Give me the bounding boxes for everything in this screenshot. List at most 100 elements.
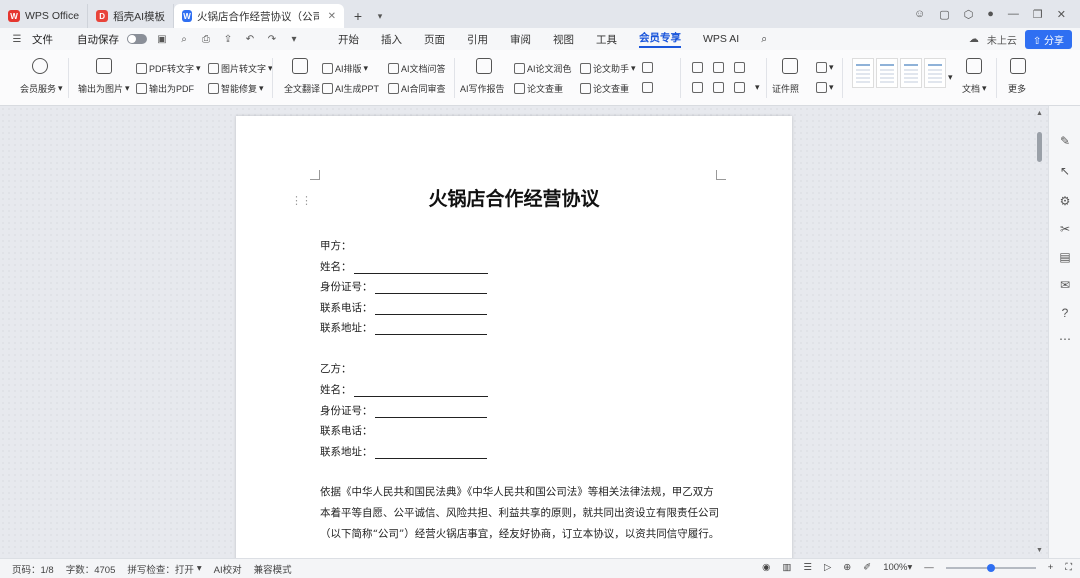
search-icon[interactable]: ⌕ xyxy=(761,33,767,46)
cube-icon[interactable]: ⬡ xyxy=(964,8,974,21)
assistant-icon[interactable]: ☺ xyxy=(914,8,925,20)
menu-wps-ai[interactable]: WPS AI xyxy=(703,33,739,45)
translate-icon[interactable] xyxy=(292,58,308,74)
menu-start[interactable]: 开始 xyxy=(338,32,359,47)
export-icon[interactable]: ⇪ xyxy=(221,32,235,46)
paper-assistant-button[interactable]: 论文助手 ▾ xyxy=(580,62,636,75)
more-button[interactable]: 更多 xyxy=(1008,82,1026,95)
id-photo-button[interactable]: 证件照 xyxy=(772,82,799,95)
ai-report-button[interactable]: AI写作报告 xyxy=(460,82,505,95)
blank-line[interactable] xyxy=(374,448,487,459)
restore-icon[interactable]: ❐ xyxy=(1033,8,1043,21)
scroll-down-icon[interactable]: ▼ xyxy=(1036,547,1043,554)
spell-check[interactable]: 拼写检查：打开 ▾ xyxy=(127,562,201,576)
comment-icon[interactable]: ✉ xyxy=(1058,278,1072,292)
menu-page[interactable]: 页面 xyxy=(424,32,445,47)
tool-f-icon[interactable] xyxy=(692,82,703,93)
web-view-icon[interactable]: ⊕ xyxy=(843,562,851,573)
template-thumbnail[interactable] xyxy=(924,58,946,88)
ai-proofread[interactable]: AI校对 xyxy=(214,562,242,576)
blank-line[interactable] xyxy=(374,407,487,418)
blank-line[interactable] xyxy=(374,324,487,335)
chevron-down-icon[interactable]: ▾ xyxy=(948,72,953,83)
member-service-button[interactable]: 会员服务 ▾ xyxy=(20,82,63,95)
autosave-toggle[interactable] xyxy=(127,34,147,44)
scroll-up-icon[interactable]: ▲ xyxy=(1036,110,1043,117)
blank-line[interactable] xyxy=(374,283,487,294)
tab-wps-office[interactable]: W WPS Office xyxy=(0,4,89,28)
review-icon[interactable]: ▤ xyxy=(1058,250,1072,264)
new-tab-button[interactable]: + xyxy=(344,4,372,28)
zoom-level[interactable]: 100%▾ xyxy=(883,562,912,573)
search-doc-icon[interactable]: ⌕ xyxy=(177,32,191,46)
ai-layout-button[interactable]: AI排版 ▾ xyxy=(322,62,368,75)
print-icon[interactable]: ⎙ xyxy=(199,32,213,46)
image-to-text-button[interactable]: 图片转文字 ▾ xyxy=(208,62,273,75)
redo-icon[interactable]: ↷ xyxy=(265,32,279,46)
document-workspace[interactable]: ⋮⋮ 火锅店合作经营协议 甲方： 姓名： 身份证号： 联系电话： 联系地址： 乙… xyxy=(0,106,1048,558)
zoom-in-icon[interactable]: + xyxy=(1048,562,1054,573)
blank-line[interactable] xyxy=(353,386,488,397)
more-icon[interactable] xyxy=(1010,58,1026,74)
pen-icon[interactable]: ✎ xyxy=(1058,134,1072,148)
layout-icon[interactable]: ▢ xyxy=(939,8,949,21)
eye-icon[interactable]: ◉ xyxy=(762,562,770,573)
cloud-icon[interactable]: ☁ xyxy=(969,34,979,45)
blank-line[interactable] xyxy=(374,304,487,315)
avatar[interactable]: ● xyxy=(987,8,994,20)
template-thumbnail[interactable] xyxy=(876,58,898,88)
export-image-button[interactable]: 输出为图片 ▾ xyxy=(78,82,130,95)
smart-repair-button[interactable]: 智能修复 ▾ xyxy=(208,82,264,95)
party-a-name-field[interactable]: 姓名： xyxy=(320,259,488,274)
full-translate-button[interactable]: 全文翻译 xyxy=(284,82,320,95)
party-b-id-field[interactable]: 身份证号： xyxy=(320,403,487,418)
export-pdf-button[interactable]: 输出为PDF xyxy=(136,82,194,95)
save-icon[interactable]: ▣ xyxy=(155,32,169,46)
more-icon[interactable]: ⋯ xyxy=(1058,332,1072,346)
tool-d-icon[interactable] xyxy=(713,62,724,73)
tool-e-icon[interactable] xyxy=(734,62,745,73)
tool-h-icon[interactable] xyxy=(734,82,745,93)
paper-recheck-button[interactable]: 论文查重 xyxy=(580,82,629,95)
vertical-scrollbar[interactable]: ▲ ▼ xyxy=(1033,106,1047,558)
menu-tools[interactable]: 工具 xyxy=(596,32,617,47)
menu-view[interactable]: 视图 xyxy=(553,32,574,47)
tools-icon[interactable]: ✂ xyxy=(1058,222,1072,236)
preamble-paragraph[interactable]: 依据《中华人民共和国民法典》《中华人民共和国公司法》等相关法律法规，甲乙双方本着… xyxy=(320,482,720,545)
menu-reference[interactable]: 引用 xyxy=(467,32,488,47)
party-b-address-field[interactable]: 联系地址： xyxy=(320,444,487,459)
chevron-down-icon[interactable]: ▾ xyxy=(287,32,301,46)
chevron-down-icon[interactable]: ▾ xyxy=(372,4,388,28)
tool-g-icon[interactable] xyxy=(713,82,724,93)
smart-table-button[interactable]: ▾ xyxy=(816,62,834,73)
play-icon[interactable]: ▷ xyxy=(824,562,831,573)
document-icon[interactable] xyxy=(966,58,982,74)
more-tools-button[interactable]: ▾ xyxy=(816,82,834,93)
party-b-phone-field[interactable]: 联系电话： xyxy=(320,423,373,438)
paper-check-button[interactable]: 论文查重 xyxy=(514,82,563,95)
help-icon[interactable]: ? xyxy=(1058,306,1072,320)
blank-line[interactable] xyxy=(353,263,488,274)
document-button[interactable]: 文档 ▾ xyxy=(962,82,987,95)
menu-insert[interactable]: 插入 xyxy=(381,32,402,47)
select-icon[interactable]: ↖ xyxy=(1058,164,1072,178)
zoom-out-icon[interactable]: — xyxy=(924,562,934,573)
tab-docer-ai[interactable]: D 稻壳AI模板 xyxy=(88,4,174,28)
book-icon[interactable]: ✐ xyxy=(863,562,871,573)
close-window-icon[interactable]: ✕ xyxy=(1057,8,1066,21)
party-a-id-field[interactable]: 身份证号： xyxy=(320,279,487,294)
report-icon[interactable] xyxy=(476,58,492,74)
word-count[interactable]: 字数：4705 xyxy=(66,562,116,576)
hamburger-icon[interactable]: ☰ xyxy=(10,32,24,46)
undo-icon[interactable]: ↶ xyxy=(243,32,257,46)
share-button[interactable]: ⇧ 分享 xyxy=(1024,30,1072,49)
close-icon[interactable]: ✕ xyxy=(328,11,336,22)
menu-review[interactable]: 审阅 xyxy=(510,32,531,47)
tool-c-icon[interactable] xyxy=(692,62,703,73)
cloud-status[interactable]: 未上云 xyxy=(987,32,1017,47)
id-photo-icon[interactable] xyxy=(782,58,798,74)
outline-icon[interactable]: ☰ xyxy=(803,562,812,573)
fullscreen-icon[interactable]: ⛶ xyxy=(1065,562,1072,573)
member-service-icon[interactable] xyxy=(32,58,48,74)
menu-member[interactable]: 会员专享 xyxy=(639,30,681,48)
